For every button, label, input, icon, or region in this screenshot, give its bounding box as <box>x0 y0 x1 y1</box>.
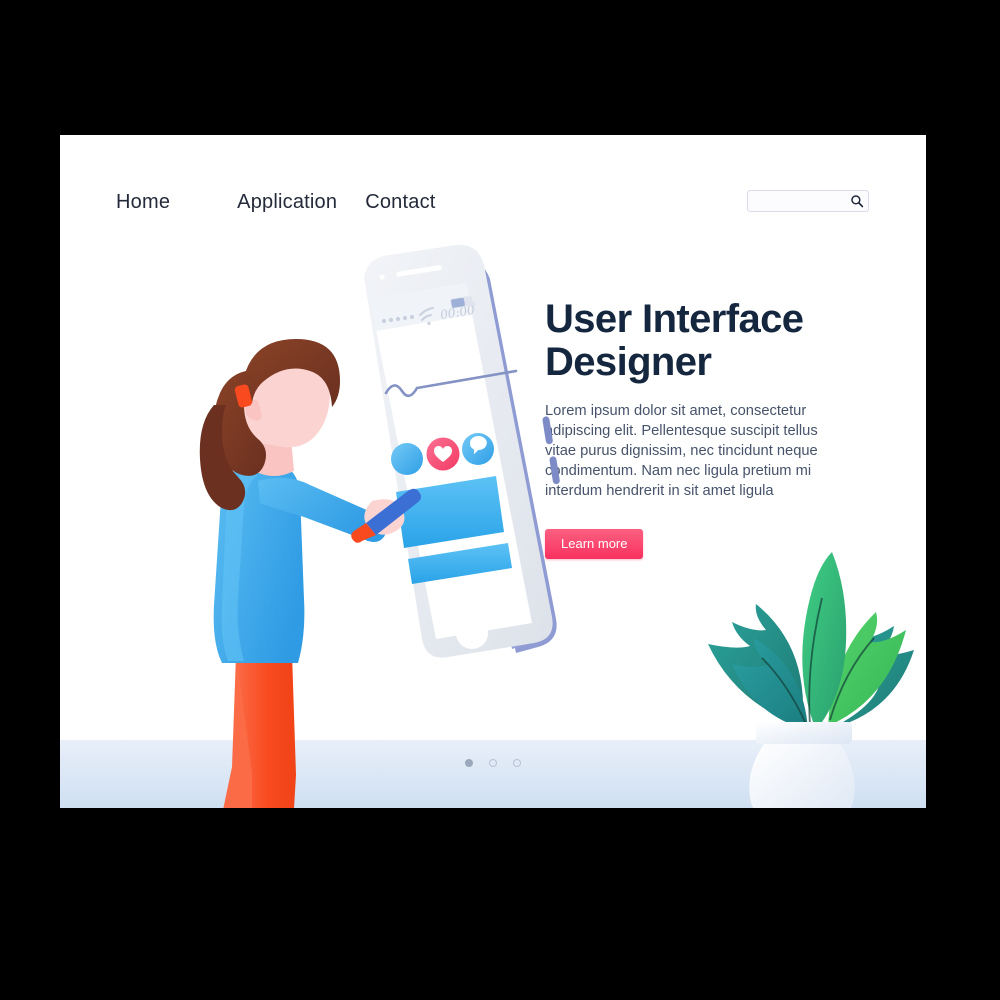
screenshot-root: Home Application Contact User Interface … <box>0 0 1000 1000</box>
nav-item-application[interactable]: Application <box>237 191 337 214</box>
hero-text-block: User Interface Designer Lorem ipsum dolo… <box>545 298 865 559</box>
heart-icon <box>426 437 460 471</box>
phone-home-button <box>456 617 488 649</box>
chat-bubble-icon <box>462 433 494 465</box>
search-input[interactable] <box>747 190 869 212</box>
nav-item-home[interactable]: Home <box>116 191 170 214</box>
person-illustration <box>140 305 422 808</box>
circle-icon <box>391 443 423 475</box>
plant-illustration <box>690 530 926 808</box>
plant-leaves <box>708 552 914 730</box>
hero-description: Lorem ipsum dolor sit amet, consectetur … <box>545 402 818 499</box>
carousel-dot-1[interactable] <box>465 759 473 767</box>
carousel-dots <box>465 759 521 767</box>
main-navigation: Home Application Contact <box>116 191 436 214</box>
carousel-dot-3[interactable] <box>513 759 521 767</box>
page-title: User Interface Designer <box>545 297 804 384</box>
carousel-dot-2[interactable] <box>489 759 497 767</box>
plant-pot <box>749 722 855 808</box>
phone-side-buttons <box>542 416 560 485</box>
landing-page-card: Home Application Contact User Interface … <box>60 135 926 808</box>
search-box[interactable] <box>747 190 869 212</box>
wifi-dot-icon <box>427 321 431 326</box>
nav-item-contact[interactable]: Contact <box>365 191 435 214</box>
